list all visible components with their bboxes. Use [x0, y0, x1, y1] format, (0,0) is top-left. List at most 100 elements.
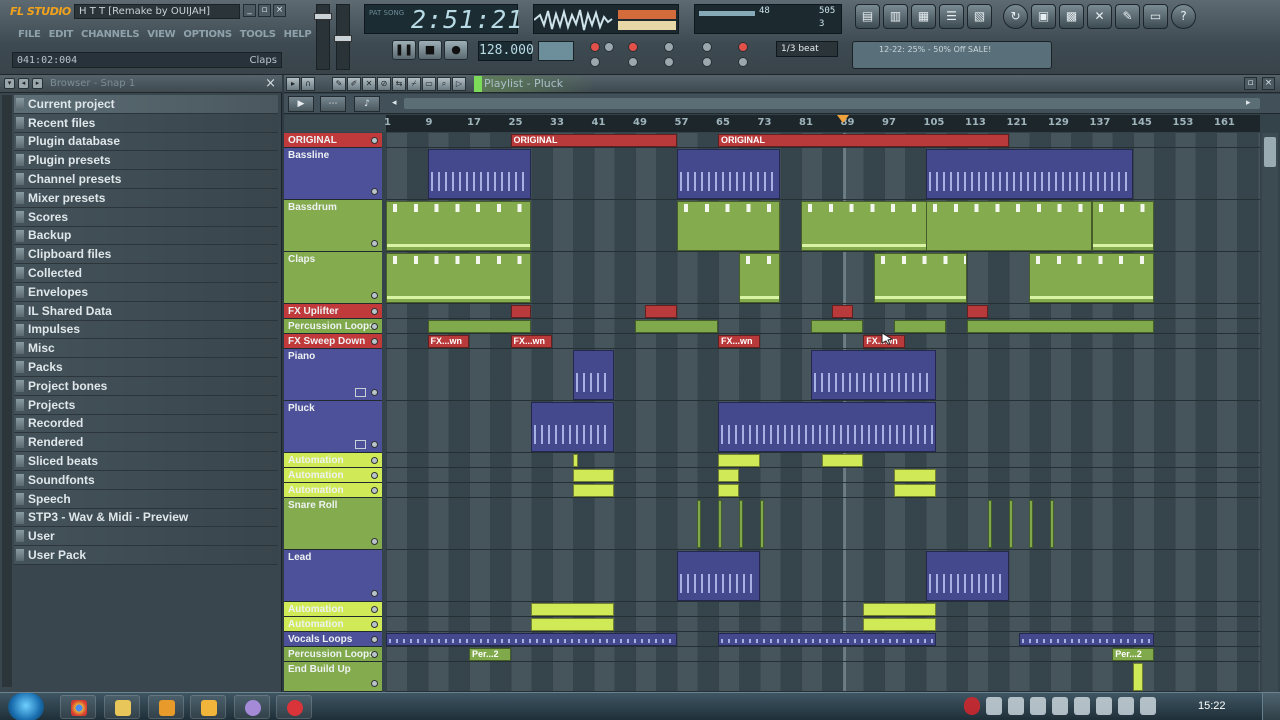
browser-item-recorded[interactable]: Recorded [14, 414, 278, 434]
playlist-clip[interactable] [718, 454, 760, 467]
menu-edit[interactable]: EDIT [45, 27, 77, 43]
browser-item-impulses[interactable]: Impulses [14, 320, 278, 340]
network-tray-icon[interactable] [1074, 697, 1090, 715]
playlist-clip[interactable]: FX...wn [718, 335, 760, 348]
snare-roll-clip[interactable] [1008, 500, 1013, 548]
menu-tools[interactable]: TOOLS [236, 27, 280, 43]
playlist-clip[interactable] [572, 469, 615, 482]
track-mute-led[interactable] [371, 338, 378, 345]
playlist-clip[interactable] [925, 149, 1133, 199]
scroll-right-icon[interactable]: ▸ [1246, 98, 1251, 108]
slider-handle[interactable] [314, 13, 332, 20]
browser-nav-icon[interactable]: ▸ [32, 78, 43, 89]
browser-scrollbar[interactable] [2, 95, 12, 687]
volume-tray-icon[interactable] [1118, 697, 1134, 715]
track-label[interactable]: Bassdrum [284, 200, 382, 252]
stop-tray-icon[interactable] [986, 697, 1002, 715]
playlist-clip[interactable]: Per...2 [469, 648, 511, 661]
track-mute-led[interactable] [371, 590, 378, 597]
fl-studio-taskbar-button[interactable] [190, 695, 226, 719]
track-mute-led[interactable] [371, 487, 378, 494]
track-label[interactable]: Vocals Loops [284, 632, 382, 647]
chrome-taskbar-button[interactable] [60, 695, 96, 719]
menu-help[interactable]: HELP [280, 27, 316, 43]
menu-arrow-icon[interactable]: ▸ [286, 77, 300, 91]
snare-roll-clip[interactable] [697, 500, 702, 548]
menu-file[interactable]: FILE [14, 27, 45, 43]
tray-icon[interactable] [1052, 697, 1068, 715]
browser-item-speech[interactable]: Speech [14, 489, 278, 509]
playlist-clip[interactable] [967, 320, 1154, 333]
track-label[interactable]: Claps [284, 252, 382, 304]
pause-button[interactable]: ❚❚ [392, 40, 416, 60]
playlist-clip[interactable] [427, 320, 532, 333]
playlist-clip[interactable] [676, 201, 781, 251]
playlist-clip[interactable] [386, 633, 677, 646]
track-label[interactable]: Automation [284, 617, 382, 632]
show-desktop-button[interactable] [1262, 693, 1280, 720]
playlist-clip[interactable] [531, 402, 615, 452]
toggle-button[interactable] [628, 57, 638, 67]
playlist-clip[interactable] [894, 320, 947, 333]
piano-roll-icon[interactable] [355, 440, 366, 449]
browser-item-sliced-beats[interactable]: Sliced beats [14, 452, 278, 471]
piano-roll-icon[interactable]: ▥ [883, 4, 908, 29]
playhead-marker[interactable] [836, 115, 849, 123]
playlist-clip[interactable] [738, 253, 781, 303]
track-mute-led[interactable] [371, 441, 378, 448]
piano-roll-icon[interactable] [355, 388, 366, 397]
toggle-button[interactable] [664, 42, 674, 52]
browser-item-packs[interactable]: Packs [14, 358, 278, 377]
track-mute-led[interactable] [371, 188, 378, 195]
playlist-clip[interactable] [1029, 253, 1154, 303]
track-label[interactable]: Automation [284, 468, 382, 483]
track-label[interactable]: Piano [284, 349, 382, 401]
undo-icon[interactable]: ↻ [1003, 4, 1028, 29]
browser-item-misc[interactable]: Misc [14, 339, 278, 359]
horizontal-scrollbar[interactable] [404, 98, 1260, 109]
close-button[interactable]: × [1262, 77, 1275, 90]
track-label[interactable]: Bassline [284, 148, 382, 200]
signal-tray-icon[interactable] [1096, 697, 1112, 715]
playlist-clip[interactable] [811, 320, 864, 333]
track-label[interactable]: ORIGINAL [284, 133, 382, 148]
browser-item-mixer-presets[interactable]: Mixer presets [14, 188, 278, 208]
browser-menu-icon[interactable]: ▾ [4, 78, 15, 89]
browser-item-scores[interactable]: Scores [14, 207, 278, 227]
record-button[interactable]: ● [444, 40, 468, 60]
pattern-mode-icon[interactable]: ♪ [354, 96, 380, 112]
render-icon[interactable]: ▩ [1059, 4, 1084, 29]
slip-tool-icon[interactable]: ⇆ [392, 77, 406, 91]
track-mute-led[interactable] [371, 292, 378, 299]
playlist-clip[interactable] [832, 305, 853, 318]
playlist-title[interactable]: Playlist - Pluck [474, 76, 594, 92]
help-icon[interactable]: ? [1171, 4, 1196, 29]
playlist-clip[interactable] [863, 603, 936, 616]
toggle-button[interactable] [628, 42, 638, 52]
browser-item-projects[interactable]: Projects [14, 395, 278, 415]
track-label[interactable]: FX Uplifter [284, 304, 382, 319]
track-mute-led[interactable] [371, 636, 378, 643]
track-label[interactable]: End Build Up [284, 662, 382, 692]
settings-icon[interactable]: ✕ [1087, 4, 1112, 29]
snare-roll-clip[interactable] [1050, 500, 1054, 548]
track-mute-led[interactable] [371, 472, 378, 479]
playlist-clip[interactable]: FX...wn [510, 335, 552, 348]
browser-item-plugin-database[interactable]: Plugin database [14, 132, 278, 152]
browser-item-envelopes[interactable]: Envelopes [14, 282, 278, 302]
menu-view[interactable]: VIEW [143, 27, 179, 43]
browser-item-plugin-presets[interactable]: Plugin presets [14, 151, 278, 171]
tools-icon[interactable]: ✎ [1115, 4, 1140, 29]
toggle-button[interactable] [702, 57, 712, 67]
menu-channels[interactable]: CHANNELS [77, 27, 143, 43]
record-tray-icon[interactable] [964, 697, 980, 715]
master-pitch-slider[interactable] [334, 4, 352, 70]
browser-item-stp3-preview[interactable]: STP3 - Wav & Midi - Preview [14, 508, 278, 528]
snap-selector[interactable]: 1/3 beat [776, 41, 838, 57]
save-icon[interactable]: ▣ [1031, 4, 1056, 29]
playlist-clip[interactable] [967, 305, 988, 318]
playlist-clip[interactable] [572, 484, 615, 497]
playlist-clip[interactable] [645, 305, 677, 318]
clip-grid[interactable]: ORIGINALORIGINALFX...wnFX...wnFX...wnFX.… [386, 133, 1260, 692]
playlist-clip[interactable] [1018, 633, 1154, 646]
